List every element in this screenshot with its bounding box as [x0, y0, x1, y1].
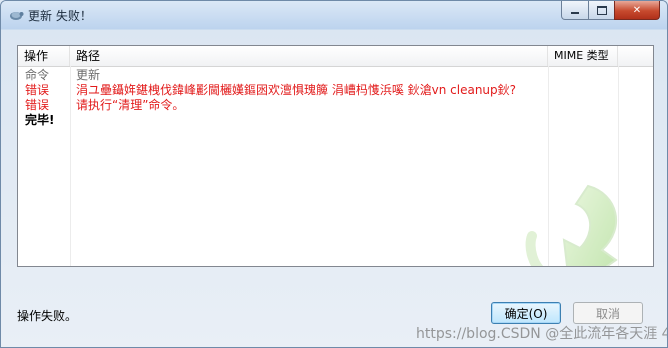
- list-row[interactable]: 错误 请执行“清理”命令。: [18, 98, 653, 113]
- ok-button[interactable]: 确定(O): [491, 302, 561, 324]
- list-row[interactable]: 命令 更新: [18, 68, 653, 83]
- svn-update-dialog: 更新 失败！ ✕ 操作 路径 MIME 类型 命令 更新 错误 涓ユ壘鑷姩鍖栧伐…: [0, 0, 668, 348]
- status-message: 操作失败。: [17, 309, 78, 323]
- column-header-empty[interactable]: [618, 46, 653, 66]
- result-list[interactable]: 操作 路径 MIME 类型 命令 更新 错误 涓ユ壘鑷姩鍖栧伐鍏峰彲閫欐嫨鏂囦欢…: [17, 45, 654, 267]
- watermark-text: https://blog.CSDN @全此流年各天涯 4: [416, 326, 668, 342]
- window-title: 更新 失败！: [28, 9, 92, 23]
- list-header: 操作 路径 MIME 类型: [18, 46, 653, 67]
- row-path: 更新: [76, 68, 101, 82]
- close-button[interactable]: ✕: [614, 1, 660, 20]
- row-path: 请执行“清理”命令。: [76, 98, 185, 112]
- row-action: 命令: [25, 68, 50, 82]
- row-path: 涓ユ壘鑷姩鍖栧伐鍏峰彲閫欐嫨鏂囦欢澶惧瑰簲 涓嶆杩愯浜嗘 鈥滄vn cleanu…: [76, 83, 517, 97]
- cancel-button[interactable]: 取消: [573, 302, 643, 324]
- maximize-button[interactable]: [588, 1, 615, 20]
- list-rows: 命令 更新 错误 涓ユ壘鑷姩鍖栧伐鍏峰彲閫欐嫨鏂囦欢澶惧瑰簲 涓嶆杩愯浜嗘 鈥滄…: [18, 68, 653, 128]
- row-action: 错误: [25, 98, 50, 112]
- title-bar[interactable]: 更新 失败！ ✕: [1, 1, 667, 29]
- minimize-button[interactable]: [561, 1, 589, 20]
- column-header-action[interactable]: 操作: [18, 46, 70, 66]
- list-row[interactable]: 完毕!: [18, 113, 653, 128]
- row-action: 完毕!: [25, 113, 55, 127]
- column-header-mime-type[interactable]: MIME 类型: [548, 46, 618, 66]
- minimize-icon: [571, 12, 579, 14]
- list-row[interactable]: 错误 涓ユ壘鑷姩鍖栧伐鍏峰彲閫欐嫨鏂囦欢澶惧瑰簲 涓嶆杩愯浜嗘 鈥滄vn cle…: [18, 83, 653, 98]
- tortoise-svn-icon: [10, 12, 24, 20]
- column-header-path[interactable]: 路径: [70, 46, 548, 66]
- maximize-icon: [596, 5, 607, 15]
- row-action: 错误: [25, 83, 50, 97]
- update-arrow-icon: [525, 184, 618, 266]
- close-icon: ✕: [632, 4, 642, 16]
